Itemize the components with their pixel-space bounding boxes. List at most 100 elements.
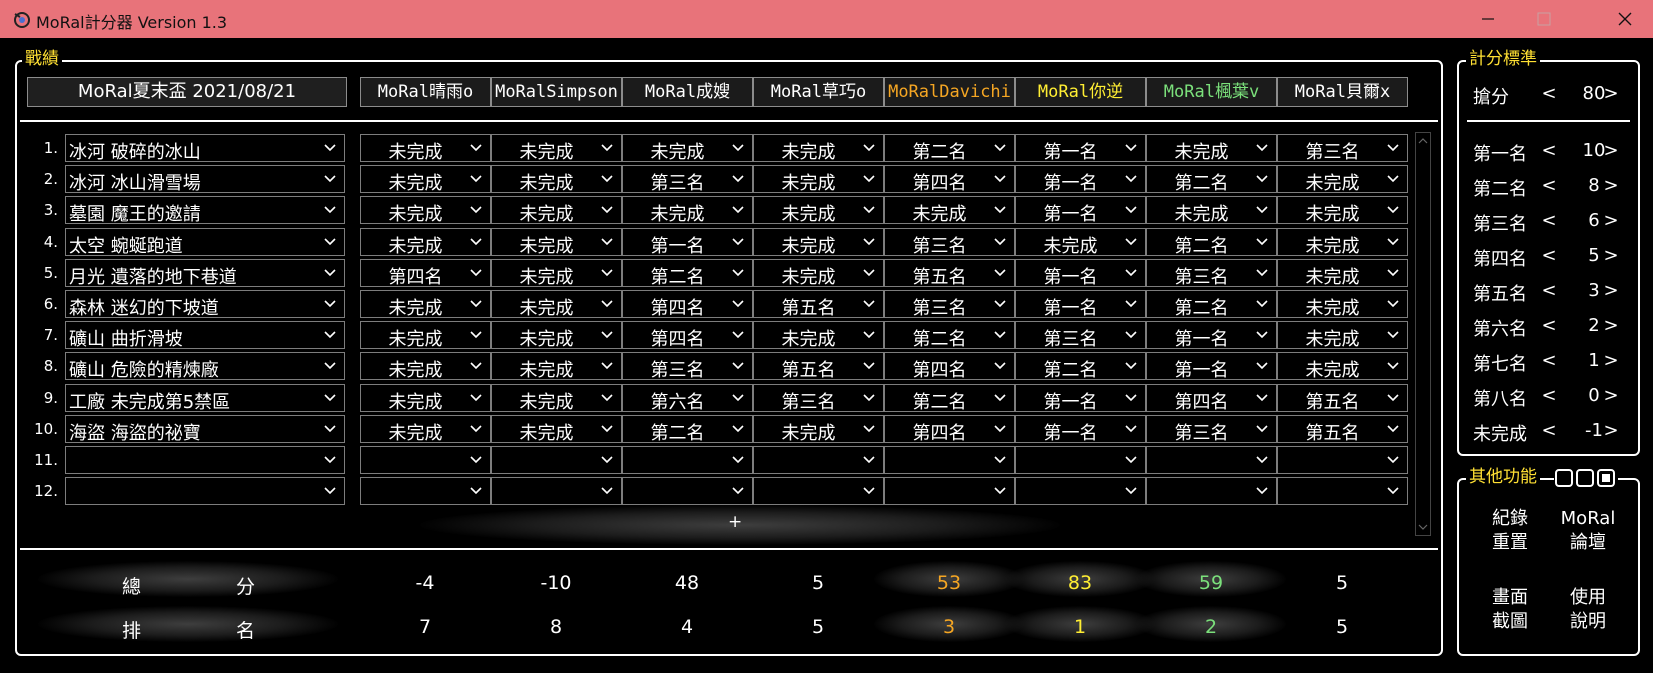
place-score-decrease-button[interactable]: <	[1541, 245, 1557, 266]
result-select[interactable]: 未完成	[1277, 258, 1408, 288]
result-select[interactable]: 未完成	[360, 383, 491, 413]
result-select[interactable]: 未完成	[491, 352, 622, 381]
place-score-increase-button[interactable]: >	[1603, 280, 1619, 301]
result-select[interactable]: 第三名	[753, 383, 884, 413]
result-select[interactable]: 第二名	[884, 321, 1015, 350]
result-select[interactable]: 未完成	[360, 165, 491, 194]
result-select[interactable]: 未完成	[491, 227, 622, 257]
result-select[interactable]: 第四名	[622, 290, 753, 319]
result-select[interactable]: 第一名	[1015, 414, 1146, 444]
result-select[interactable]: 第二名	[622, 258, 753, 288]
result-select[interactable]: 未完成	[753, 196, 884, 225]
result-select[interactable]: 第四名	[884, 352, 1015, 381]
result-select[interactable]	[753, 446, 884, 474]
result-select[interactable]: 第三名	[1146, 414, 1277, 444]
result-select[interactable]	[1146, 446, 1277, 474]
result-select[interactable]: 未完成	[1277, 352, 1408, 381]
place-score-increase-button[interactable]: >	[1603, 245, 1619, 266]
result-select[interactable]: 第一名	[1015, 383, 1146, 413]
result-select[interactable]: 未完成	[753, 134, 884, 163]
result-select[interactable]: 未完成	[622, 134, 753, 163]
result-select[interactable]: 第三名	[1015, 321, 1146, 350]
track-select[interactable]: 海盜 海盜的祕寶	[65, 414, 345, 444]
track-select[interactable]: 太空 蜿蜒跑道	[65, 227, 345, 257]
place-score-decrease-button[interactable]: <	[1541, 315, 1557, 336]
result-select[interactable]: 第三名	[1277, 134, 1408, 163]
result-select[interactable]: 未完成	[753, 165, 884, 194]
result-select[interactable]: 未完成	[360, 321, 491, 350]
result-select[interactable]: 未完成	[360, 227, 491, 257]
result-select[interactable]	[1146, 477, 1277, 506]
result-select[interactable]: 未完成	[884, 196, 1015, 225]
place-score-decrease-button[interactable]: <	[1541, 280, 1557, 301]
result-select[interactable]: 未完成	[360, 414, 491, 444]
place-score-decrease-button[interactable]: <	[1541, 420, 1557, 441]
result-select[interactable]	[1015, 477, 1146, 506]
result-select[interactable]: 第四名	[360, 258, 491, 288]
result-select[interactable]: 第五名	[753, 352, 884, 381]
result-select[interactable]: 第四名	[1146, 383, 1277, 413]
result-select[interactable]: 第一名	[1146, 321, 1277, 350]
result-select[interactable]: 未完成	[360, 196, 491, 225]
bonus-score-decrease-button[interactable]: <	[1541, 83, 1557, 104]
moral-forum-button[interactable]: MoRal 論壇	[1552, 507, 1624, 555]
result-select[interactable]: 第一名	[1015, 290, 1146, 319]
bonus-score-increase-button[interactable]: >	[1603, 83, 1619, 104]
add-row-button[interactable]: +	[728, 512, 742, 532]
mode-box-icon[interactable]	[1576, 469, 1594, 487]
result-select[interactable]	[753, 477, 884, 506]
result-select[interactable]: 未完成	[1277, 227, 1408, 257]
track-select[interactable]: 工廠 未完成第5禁區	[65, 383, 345, 413]
result-select[interactable]	[1015, 446, 1146, 474]
result-select[interactable]: 第二名	[622, 414, 753, 444]
result-select[interactable]: 未完成	[1146, 134, 1277, 163]
result-select[interactable]: 未完成	[1277, 290, 1408, 319]
screenshot-button[interactable]: 畫面 截圖	[1474, 586, 1546, 634]
result-select[interactable]: 未完成	[1146, 196, 1277, 225]
result-select[interactable]: 第五名	[1277, 383, 1408, 413]
result-select[interactable]	[1277, 477, 1408, 506]
result-select[interactable]: 未完成	[491, 165, 622, 194]
result-select[interactable]: 第一名	[1015, 165, 1146, 194]
result-select[interactable]: 未完成	[753, 227, 884, 257]
vertical-scrollbar[interactable]	[1415, 132, 1431, 536]
place-score-increase-button[interactable]: >	[1603, 420, 1619, 441]
place-score-increase-button[interactable]: >	[1603, 350, 1619, 371]
result-select[interactable]: 第三名	[622, 165, 753, 194]
result-select[interactable]: 第二名	[884, 383, 1015, 413]
place-score-increase-button[interactable]: >	[1603, 315, 1619, 336]
result-select[interactable]: 第三名	[884, 227, 1015, 257]
result-select[interactable]: 第一名	[1146, 352, 1277, 381]
result-select[interactable]	[622, 446, 753, 474]
track-select[interactable]	[65, 446, 345, 474]
place-score-decrease-button[interactable]: <	[1541, 350, 1557, 371]
result-select[interactable]: 第一名	[1015, 196, 1146, 225]
result-select[interactable]: 未完成	[622, 196, 753, 225]
result-select[interactable]	[491, 446, 622, 474]
result-select[interactable]: 未完成	[753, 414, 884, 444]
result-select[interactable]: 未完成	[360, 352, 491, 381]
result-select[interactable]: 未完成	[753, 258, 884, 288]
result-select[interactable]: 第一名	[1015, 134, 1146, 163]
result-select[interactable]: 第五名	[1277, 414, 1408, 444]
result-select[interactable]	[622, 477, 753, 506]
result-select[interactable]: 未完成	[1015, 227, 1146, 257]
reset-record-button[interactable]: 紀錄 重置	[1474, 507, 1546, 555]
result-select[interactable]: 第三名	[1146, 258, 1277, 288]
result-select[interactable]	[360, 477, 491, 506]
track-select[interactable]: 礦山 曲折滑坡	[65, 321, 345, 350]
result-select[interactable]: 未完成	[491, 414, 622, 444]
track-select[interactable]	[65, 477, 345, 506]
result-select[interactable]: 第二名	[1146, 227, 1277, 257]
result-select[interactable]	[884, 477, 1015, 506]
maximize-button[interactable]	[1516, 0, 1572, 38]
result-select[interactable]: 第二名	[1146, 290, 1277, 319]
mode-box-icon[interactable]	[1555, 469, 1573, 487]
place-score-increase-button[interactable]: >	[1603, 140, 1619, 161]
result-select[interactable]	[491, 477, 622, 506]
place-score-increase-button[interactable]: >	[1603, 175, 1619, 196]
close-button[interactable]	[1597, 0, 1653, 38]
result-select[interactable]: 未完成	[360, 290, 491, 319]
track-select[interactable]: 墓園 魔王的邀請	[65, 196, 345, 225]
result-select[interactable]: 第一名	[1015, 258, 1146, 288]
